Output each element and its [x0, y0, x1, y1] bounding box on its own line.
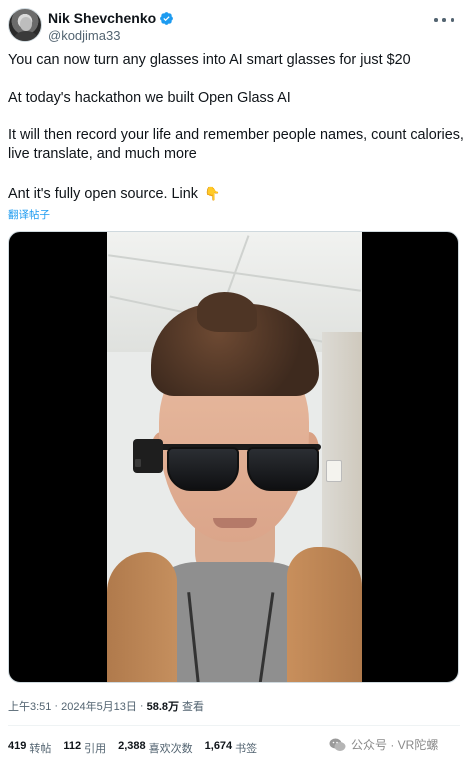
tweet-paragraph: Ant it's fully open source. Link — [8, 186, 198, 202]
reposts-stat[interactable]: 419 转帖 — [8, 740, 51, 756]
likes-stat[interactable]: 2,388 喜欢次数 — [118, 740, 193, 756]
tweet-paragraph: At today's hackathon we built Open Glass… — [8, 90, 291, 106]
tweet-paragraph: You can now turn any glasses into AI sma… — [8, 52, 411, 68]
device-lens — [135, 459, 141, 467]
avatar[interactable] — [8, 8, 42, 42]
person-jacket-right — [287, 547, 362, 682]
reposts-label: 转帖 — [29, 743, 52, 755]
views-label: 查看 — [182, 701, 205, 713]
bookmarks-stat[interactable]: 1,674 书签 — [205, 740, 258, 756]
quotes-count: 112 — [63, 740, 82, 752]
tweet-paragraph-last: Ant it's fully open source. Link 👇 — [8, 184, 220, 204]
likes-count: 2,388 — [118, 740, 146, 752]
reposts-count: 419 — [8, 740, 27, 752]
watermark-text: 公众号 · VR陀螺 — [351, 738, 439, 752]
meta-separator: · — [139, 700, 144, 712]
tweet-time[interactable]: 上午3:51 — [8, 698, 51, 714]
quotes-stat[interactable]: 112 引用 — [63, 740, 106, 756]
translate-post-link[interactable]: 翻译帖子 — [8, 207, 50, 222]
likes-label: 喜欢次数 — [148, 743, 193, 755]
glasses-lens-right — [247, 447, 319, 491]
tweet-paragraph: It will then record your life and rememb… — [8, 127, 464, 162]
tweet-header: Nik Shevchenko @kodjima33 — [8, 8, 460, 44]
person-jacket-left — [107, 552, 177, 682]
video-player[interactable] — [8, 231, 459, 683]
person-mouth — [213, 518, 257, 528]
tweet-meta: 上午3:51 · 2024年5月13日 · 58.8万 查看 — [8, 698, 204, 714]
pointing-down-emoji: 👇 — [203, 186, 221, 201]
user-handle[interactable]: @kodjima33 — [48, 28, 120, 43]
bookmarks-label: 书签 — [235, 743, 258, 755]
bookmarks-count: 1,674 — [204, 740, 233, 752]
more-options-icon[interactable] — [434, 12, 454, 28]
quotes-label: 引用 — [84, 743, 107, 755]
glasses-camera-device — [133, 439, 163, 473]
meta-separator: · — [54, 700, 59, 712]
glasses-lens-left — [167, 447, 239, 491]
views-count: 58.8万 — [146, 701, 180, 713]
wechat-icon — [329, 738, 346, 751]
video-frame[interactable] — [107, 232, 362, 682]
verified-badge-icon — [160, 11, 174, 25]
watermark: 公众号 · VR陀螺 — [329, 736, 438, 753]
wall-switch — [326, 460, 342, 482]
divider — [8, 725, 460, 726]
engagement-stats: 419 转帖 112 引用 2,388 喜欢次数 1,674 书签 — [8, 740, 257, 756]
tweet-date[interactable]: 2024年5月13日 — [61, 698, 137, 714]
person-hair-tuft — [197, 292, 257, 332]
display-name[interactable]: Nik Shevchenko — [48, 10, 156, 26]
name-row: Nik Shevchenko — [48, 10, 174, 26]
